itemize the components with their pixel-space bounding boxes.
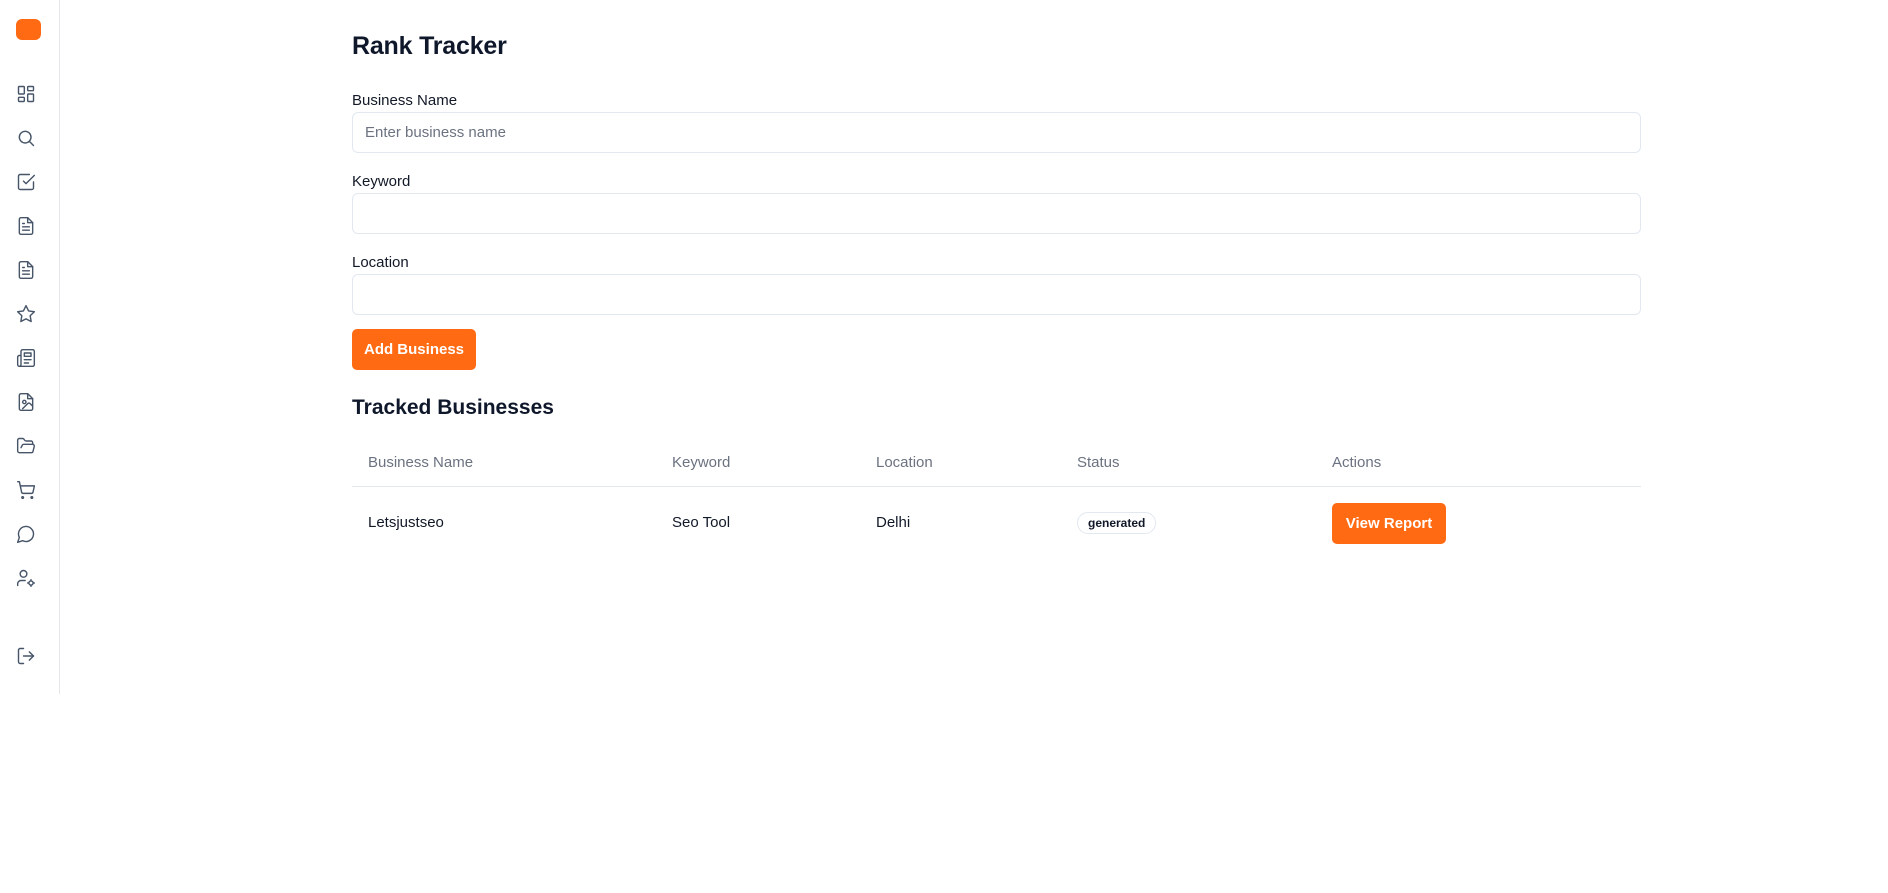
search-icon[interactable]	[14, 126, 38, 150]
star-icon[interactable]	[14, 302, 38, 326]
cart-icon[interactable]	[14, 478, 38, 502]
business-name-input[interactable]	[352, 112, 1641, 153]
column-header-location: Location	[876, 454, 933, 471]
column-header-keyword: Keyword	[672, 454, 731, 471]
folder-open-icon[interactable]	[14, 434, 38, 458]
brand-logo[interactable]	[16, 19, 41, 40]
logout-icon[interactable]	[14, 644, 38, 668]
status-badge: generated	[1077, 512, 1157, 534]
checkbox-icon[interactable]	[14, 170, 38, 194]
newspaper-icon[interactable]	[14, 346, 38, 370]
document-icon[interactable]	[14, 258, 38, 282]
location-label: Location	[352, 254, 409, 271]
user-settings-icon[interactable]	[14, 566, 38, 590]
business-name-label: Business Name	[352, 92, 458, 109]
keyword-label: Keyword	[352, 173, 411, 190]
table-row: Letsjustseo Seo Tool Delhi generated Vie…	[352, 487, 1641, 561]
location-input[interactable]	[352, 274, 1641, 315]
tracked-businesses-title: Tracked Businesses	[352, 396, 554, 419]
table-header: Business Name Keyword Location Status Ac…	[352, 438, 1641, 487]
tracked-businesses-table: Business Name Keyword Location Status Ac…	[352, 438, 1641, 561]
document-icon[interactable]	[14, 214, 38, 238]
column-header-business-name: Business Name	[368, 454, 474, 471]
sidebar	[0, 0, 60, 694]
column-header-actions: Actions	[1332, 454, 1382, 471]
view-report-button[interactable]: View Report	[1332, 503, 1446, 544]
keyword-input[interactable]	[352, 193, 1641, 234]
cell-keyword: Seo Tool	[672, 514, 731, 531]
file-image-icon[interactable]	[14, 390, 38, 414]
add-business-button[interactable]: Add Business	[352, 329, 476, 370]
chat-icon[interactable]	[14, 522, 38, 546]
column-header-status: Status	[1077, 454, 1120, 471]
cell-location: Delhi	[876, 514, 911, 531]
cell-business-name: Letsjustseo	[368, 514, 444, 531]
page-title: Rank Tracker	[352, 32, 507, 60]
dashboard-icon[interactable]	[14, 82, 38, 106]
